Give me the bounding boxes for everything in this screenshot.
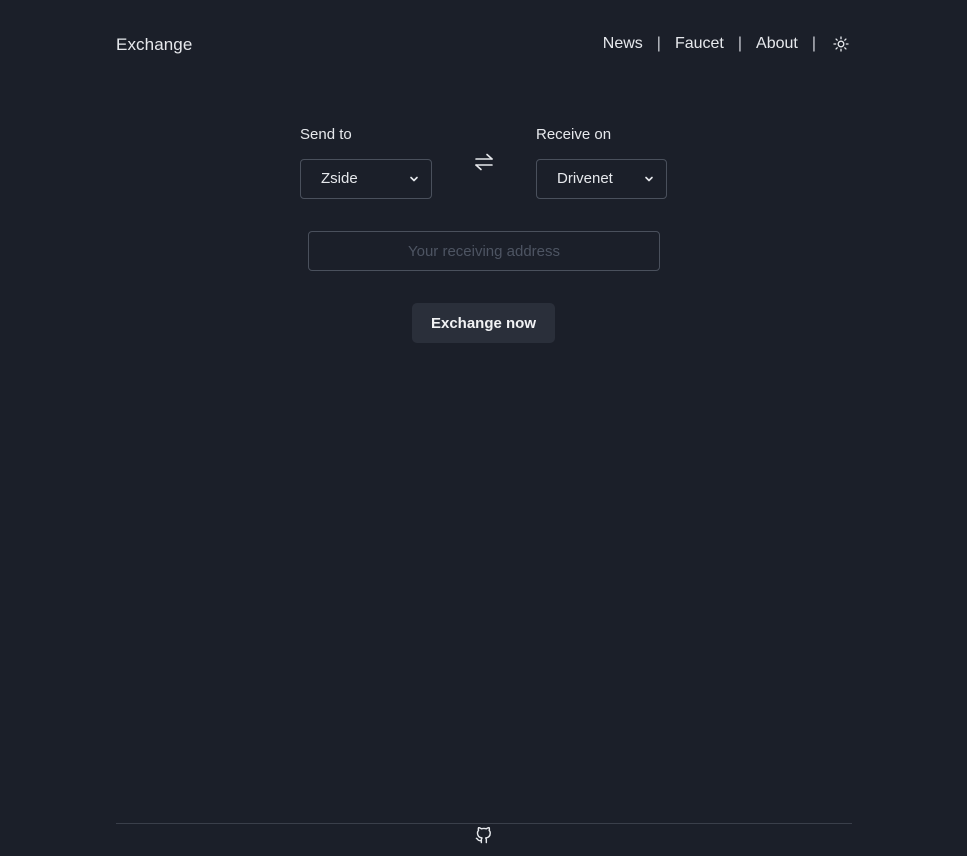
footer-divider [116, 823, 852, 824]
nav-faucet[interactable]: Faucet [675, 35, 724, 53]
top-nav: News | Faucet | About | [603, 35, 850, 53]
chevron-down-icon [410, 176, 418, 182]
theme-toggle-button[interactable] [832, 35, 850, 53]
send-to-select[interactable]: Zside [300, 159, 432, 199]
receive-on-label: Receive on [536, 126, 612, 143]
page: Exchange News | Faucet | About | Send to… [0, 0, 967, 856]
receiving-address-input[interactable] [308, 231, 660, 271]
receive-on-value: Drivenet [557, 170, 613, 187]
exchange-now-button[interactable]: Exchange now [412, 303, 555, 343]
nav-separator: | [656, 35, 661, 52]
nav-about[interactable]: About [756, 35, 798, 53]
sun-icon [833, 36, 849, 52]
nav-separator: | [737, 35, 743, 52]
swap-arrows-icon [475, 153, 493, 171]
github-icon [475, 826, 491, 844]
swap-button[interactable] [473, 151, 495, 173]
nav-news[interactable]: News [603, 35, 643, 53]
brand-link[interactable]: Exchange [116, 35, 192, 55]
nav-separator: | [811, 35, 816, 52]
github-link[interactable] [475, 826, 492, 844]
send-to-value: Zside [321, 170, 358, 187]
send-to-label: Send to [300, 126, 352, 143]
chevron-down-icon [645, 176, 653, 182]
receive-on-select[interactable]: Drivenet [536, 159, 667, 199]
